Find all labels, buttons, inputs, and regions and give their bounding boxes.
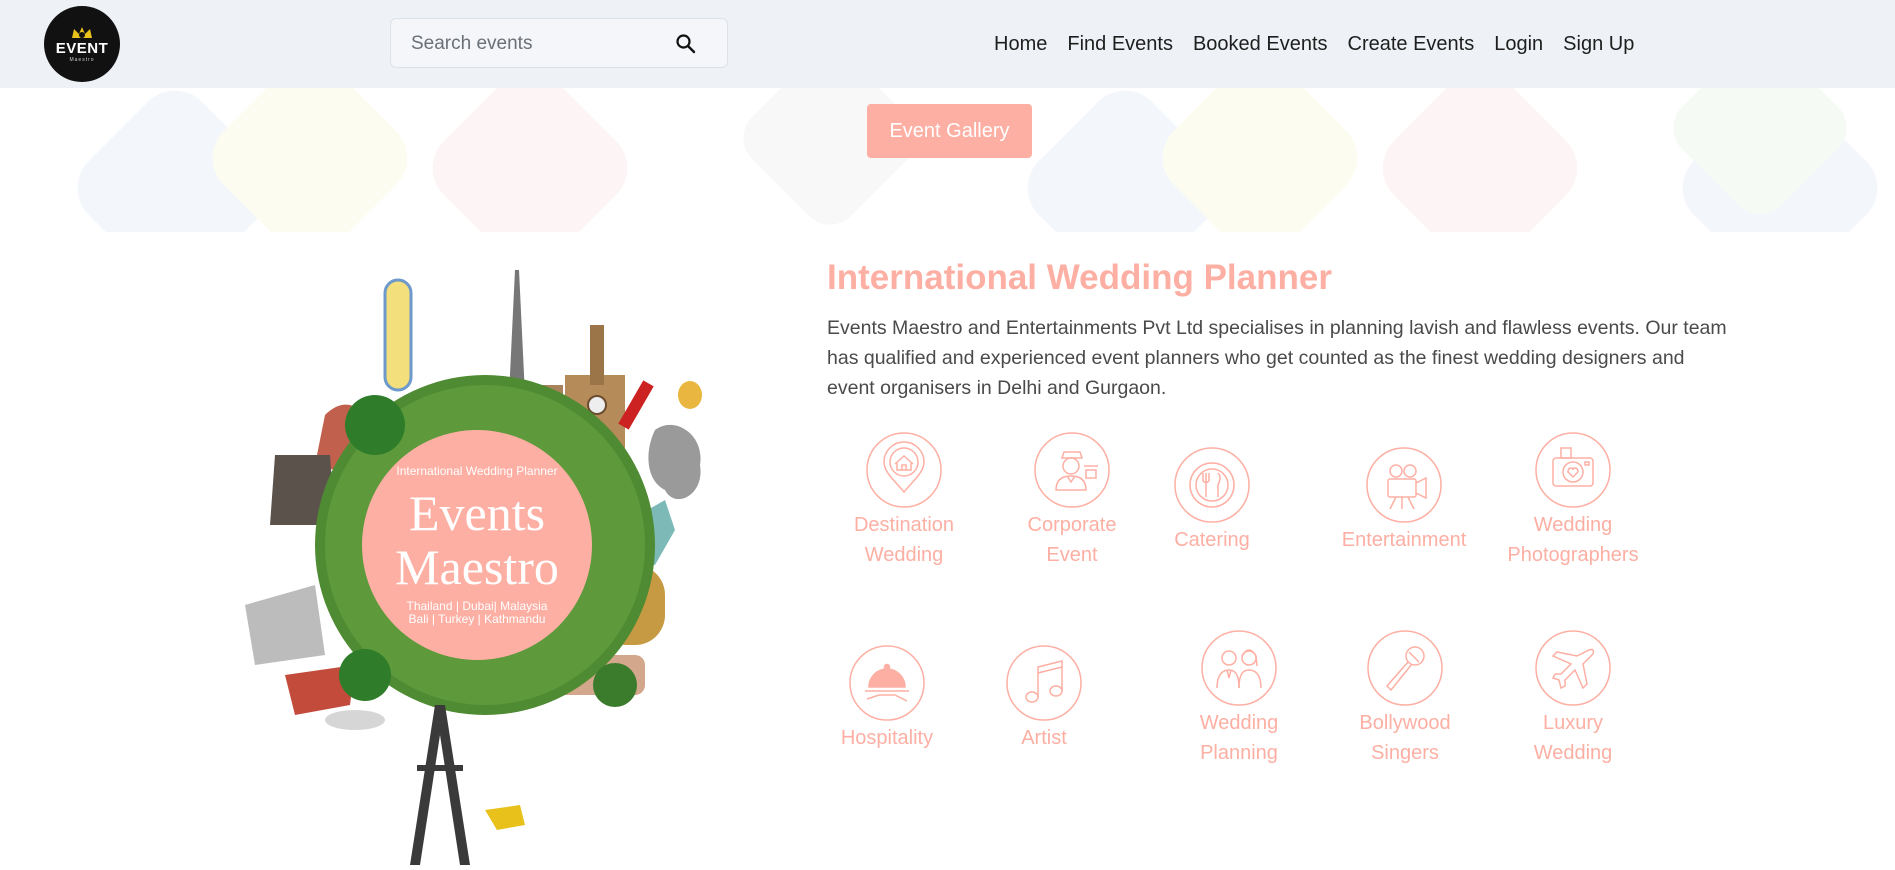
section-title: International Wedding Planner: [827, 258, 1332, 297]
service-entertainment[interactable]: Entertainment: [1338, 447, 1470, 555]
service-catering[interactable]: Catering: [1162, 447, 1262, 555]
cloche-icon: [849, 645, 925, 721]
service-label: Wedding: [1533, 514, 1613, 536]
service-corporate-event[interactable]: Corporate Event: [1018, 432, 1126, 570]
chef-waiter-icon: [1034, 432, 1110, 508]
service-label: Artist: [1021, 727, 1067, 749]
service-label: Hospitality: [840, 727, 934, 749]
hero-brand: Events Maestro: [362, 486, 592, 594]
service-wedding-photographers[interactable]: Wedding Photographers: [1500, 432, 1646, 570]
hero-locations-line2: Bali | Turkey | Kathmandu: [408, 612, 546, 626]
service-bollywood-singers[interactable]: Bollywood Singers: [1350, 630, 1460, 768]
section-description: Events Maestro and Entertainments Pvt Lt…: [827, 317, 1727, 399]
photo-camera-heart-icon: [1535, 432, 1611, 508]
service-label: Destination: [853, 514, 955, 536]
navbar: EVENT Maestro Home Find Events Booked Ev…: [0, 0, 1895, 88]
hero-brand-line2: Maestro: [395, 539, 559, 595]
service-label: Photographers: [1507, 544, 1639, 566]
service-label: Singers: [1371, 742, 1439, 764]
service-label: Entertainment: [1341, 529, 1467, 551]
nav-home[interactable]: Home: [994, 33, 1047, 56]
hero-locations-line1: Thailand | Dubai| Malaysia: [406, 599, 548, 613]
service-label: Event: [1046, 544, 1098, 566]
service-hospitality[interactable]: Hospitality: [830, 645, 944, 753]
logo-subtext: Maestro: [69, 56, 95, 63]
logo-text: EVENT: [55, 39, 109, 57]
service-label: Bollywood: [1359, 712, 1451, 734]
hero-badge: International Wedding Planner Events Mae…: [362, 430, 592, 660]
service-label: Corporate: [1027, 514, 1117, 536]
bride-groom-icon: [1201, 630, 1277, 706]
service-label: Luxury: [1542, 712, 1604, 734]
service-label: Catering: [1174, 529, 1250, 551]
service-destination-wedding[interactable]: Destination Wedding: [848, 432, 960, 570]
nav-create-events[interactable]: Create Events: [1348, 33, 1475, 56]
service-wedding-planning[interactable]: Wedding Planning: [1180, 630, 1298, 768]
hero-tagline: International Wedding Planner: [396, 464, 558, 478]
plate-cutlery-icon: [1174, 447, 1250, 523]
service-luxury-wedding[interactable]: Luxury Wedding: [1520, 630, 1626, 768]
service-label: Planning: [1200, 742, 1278, 764]
crown-icon: [70, 26, 94, 40]
service-label: Wedding: [1199, 712, 1279, 734]
nav-booked-events[interactable]: Booked Events: [1193, 33, 1328, 56]
service-label: Wedding: [864, 544, 944, 566]
airplane-icon: [1535, 630, 1611, 706]
search-icon[interactable]: [675, 33, 697, 55]
service-label: Wedding: [1533, 742, 1613, 764]
main-nav: Home Find Events Booked Events Create Ev…: [994, 0, 1634, 88]
nav-login[interactable]: Login: [1494, 33, 1543, 56]
hero-locations: Thailand | Dubai| Malaysia Bali | Turkey…: [362, 600, 592, 626]
nav-sign-up[interactable]: Sign Up: [1563, 33, 1634, 56]
hero-brand-line1: Events: [408, 485, 546, 541]
service-artist[interactable]: Artist: [1006, 645, 1082, 753]
event-gallery-button[interactable]: Event Gallery: [867, 104, 1032, 158]
music-note-icon: [1006, 645, 1082, 721]
site-logo[interactable]: EVENT Maestro: [44, 6, 120, 82]
search-input[interactable]: [411, 31, 661, 57]
search-box: [390, 18, 728, 68]
movie-camera-icon: [1366, 447, 1442, 523]
microphone-icon: [1367, 630, 1443, 706]
house-location-icon: [866, 432, 942, 508]
nav-find-events[interactable]: Find Events: [1067, 33, 1173, 56]
